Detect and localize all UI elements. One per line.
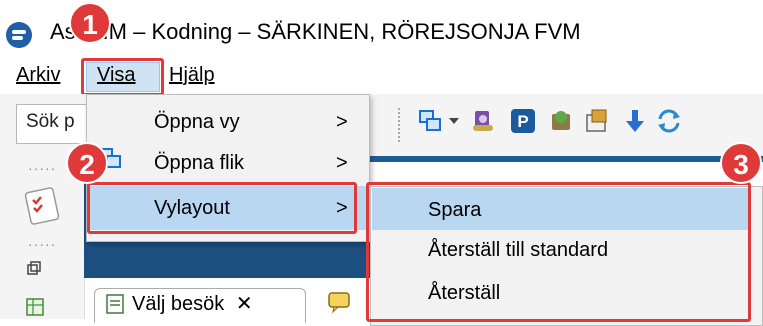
spreadsheet-icon[interactable] — [26, 298, 44, 316]
sidebar-grip-icon-2: ····· — [28, 236, 57, 252]
window-title: AssHIM – Kodning – SÄRKINEN, RÖREJSONJA … — [50, 19, 581, 44]
search-input-text: Sök p — [26, 111, 75, 132]
vylayout-annotation-box — [87, 182, 357, 234]
step-badge-2: 2 — [66, 142, 108, 184]
package-icon[interactable] — [548, 108, 574, 134]
menu-arkiv[interactable]: Arkiv — [16, 64, 60, 87]
submenu-arrow-icon: > — [336, 111, 348, 133]
step-badge-3: 3 — [720, 142, 762, 184]
step-badge-1: 1 — [69, 2, 111, 44]
patient-book-icon[interactable] — [470, 108, 496, 134]
p-icon[interactable]: P — [510, 108, 536, 134]
close-icon[interactable]: ✕ — [236, 293, 253, 315]
checklist-icon[interactable] — [24, 186, 64, 226]
submenu-annotation-box — [366, 182, 751, 322]
restore-window-icon[interactable] — [26, 260, 42, 276]
tab-label: Välj besök ✕ — [132, 293, 253, 315]
window-layout-icon[interactable] — [418, 108, 444, 134]
chevron-down-icon[interactable] — [448, 116, 460, 126]
edit-document-icon[interactable] — [584, 108, 610, 134]
chat-icon[interactable] — [326, 290, 352, 314]
menu-item-oppna-flik[interactable]: Öppna flik — [154, 152, 244, 175]
submenu-arrow-icon: > — [336, 152, 348, 174]
arrow-down-icon[interactable] — [622, 108, 648, 134]
sidebar-grip-icon: ····· — [28, 160, 57, 176]
menu-hjalp[interactable]: Hjälp — [169, 64, 215, 87]
toolbar-separator — [398, 108, 402, 142]
svg-text:P: P — [517, 112, 528, 131]
menu-item-oppna-vy[interactable]: Öppna vy — [154, 111, 240, 134]
tab-document-icon — [106, 294, 124, 314]
app-logo-icon — [6, 22, 32, 48]
visa-annotation-box — [81, 58, 164, 96]
refresh-icon[interactable] — [656, 108, 682, 134]
header-band — [370, 156, 763, 162]
